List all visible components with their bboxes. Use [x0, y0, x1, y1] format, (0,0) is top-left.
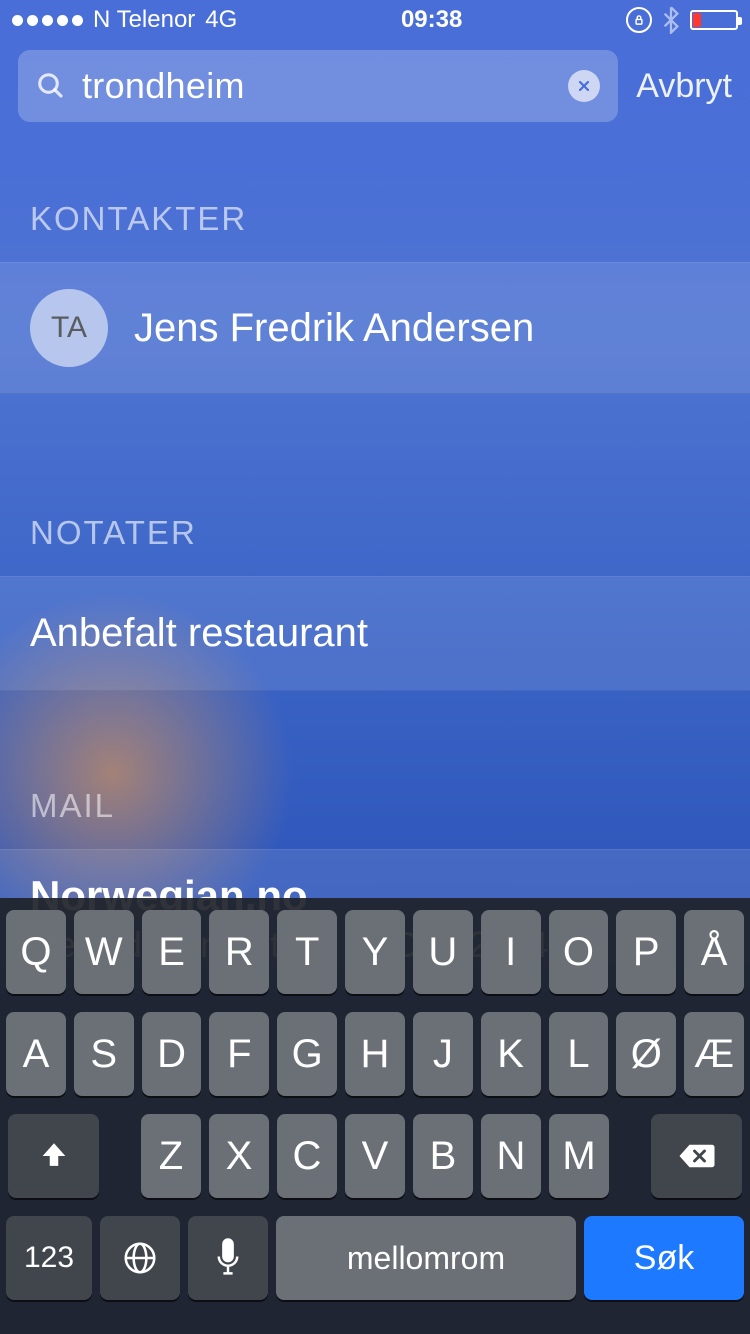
status-right — [626, 6, 738, 34]
search-key[interactable]: Søk — [584, 1216, 744, 1300]
key-n[interactable]: N — [481, 1114, 541, 1198]
clear-search-button[interactable] — [568, 70, 600, 102]
key-c[interactable]: C — [277, 1114, 337, 1198]
search-results[interactable]: KONTAKTER TA Jens Fredrik Andersen NOTAT… — [0, 140, 750, 966]
avatar: TA — [30, 289, 108, 367]
search-header: trondheim Avbryt — [0, 40, 750, 140]
contact-row[interactable]: TA Jens Fredrik Andersen — [0, 262, 750, 394]
contact-name: Jens Fredrik Andersen — [134, 306, 534, 351]
key-j[interactable]: J — [413, 1012, 473, 1096]
status-left: N Telenor 4G — [12, 6, 237, 34]
search-input[interactable]: trondheim — [82, 65, 552, 107]
key-s[interactable]: S — [74, 1012, 134, 1096]
keyboard: QWERTYUIOPÅ ASDFGHJKLØÆ ZXCVBNM 123 mell… — [0, 898, 750, 1334]
clock: 09:38 — [237, 6, 626, 34]
key-y[interactable]: Y — [345, 910, 405, 994]
network-label: 4G — [205, 6, 237, 34]
signal-strength-icon — [12, 15, 83, 26]
key-o[interactable]: O — [549, 910, 609, 994]
key-h[interactable]: H — [345, 1012, 405, 1096]
carrier-label: N Telenor — [93, 6, 195, 34]
section-header-notes: NOTATER — [0, 514, 750, 576]
keyboard-row-1: QWERTYUIOPÅ — [6, 910, 744, 994]
key-g[interactable]: G — [277, 1012, 337, 1096]
key-x[interactable]: X — [209, 1114, 269, 1198]
key-l[interactable]: L — [549, 1012, 609, 1096]
backspace-key[interactable] — [651, 1114, 742, 1198]
cancel-button[interactable]: Avbryt — [636, 67, 732, 106]
note-title: Anbefalt restaurant — [30, 611, 368, 656]
status-bar: N Telenor 4G 09:38 — [0, 0, 750, 40]
keyboard-row-2: ASDFGHJKLØÆ — [6, 1012, 744, 1096]
numeric-key[interactable]: 123 — [6, 1216, 92, 1300]
key-m[interactable]: M — [549, 1114, 609, 1198]
key-å[interactable]: Å — [684, 910, 744, 994]
key-r[interactable]: R — [209, 910, 269, 994]
key-e[interactable]: E — [142, 910, 202, 994]
note-row[interactable]: Anbefalt restaurant — [0, 576, 750, 691]
key-v[interactable]: V — [345, 1114, 405, 1198]
space-key[interactable]: mellomrom — [276, 1216, 576, 1300]
shift-key[interactable] — [8, 1114, 99, 1198]
key-i[interactable]: I — [481, 910, 541, 994]
search-icon — [36, 71, 66, 101]
key-t[interactable]: T — [277, 910, 337, 994]
globe-key[interactable] — [100, 1216, 180, 1300]
key-a[interactable]: A — [6, 1012, 66, 1096]
keyboard-row-4: 123 mellomrom Søk — [6, 1216, 744, 1300]
section-contacts: KONTAKTER TA Jens Fredrik Andersen — [0, 200, 750, 394]
key-q[interactable]: Q — [6, 910, 66, 994]
key-u[interactable]: U — [413, 910, 473, 994]
key-f[interactable]: F — [209, 1012, 269, 1096]
bluetooth-icon — [662, 6, 680, 34]
key-d[interactable]: D — [142, 1012, 202, 1096]
key-z[interactable]: Z — [141, 1114, 201, 1198]
key-b[interactable]: B — [413, 1114, 473, 1198]
battery-icon — [690, 10, 738, 30]
orientation-lock-icon — [626, 7, 652, 33]
dictation-key[interactable] — [188, 1216, 268, 1300]
key-p[interactable]: P — [616, 910, 676, 994]
section-notes: NOTATER Anbefalt restaurant — [0, 514, 750, 691]
section-header-contacts: KONTAKTER — [0, 200, 750, 262]
key-k[interactable]: K — [481, 1012, 541, 1096]
keyboard-row-3: ZXCVBNM — [6, 1114, 744, 1198]
search-field[interactable]: trondheim — [18, 50, 618, 122]
key-ø[interactable]: Ø — [616, 1012, 676, 1096]
key-æ[interactable]: Æ — [684, 1012, 744, 1096]
section-header-mail: MAIL — [0, 787, 750, 849]
key-w[interactable]: W — [74, 910, 134, 994]
